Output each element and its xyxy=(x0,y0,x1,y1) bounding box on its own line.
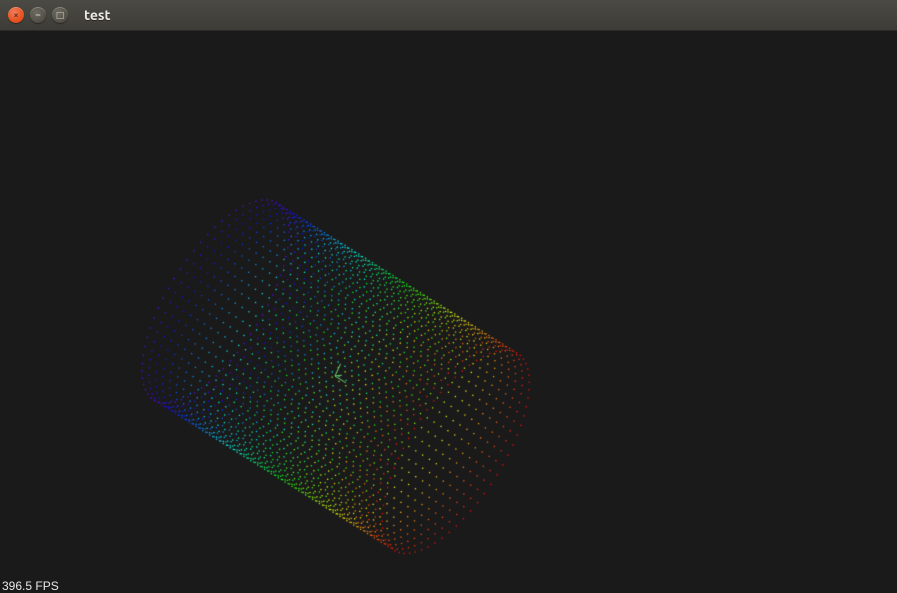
close-icon: × xyxy=(13,11,18,20)
close-button[interactable]: × xyxy=(8,7,24,23)
titlebar[interactable]: × – □ test xyxy=(0,0,897,31)
point-cloud-canvas[interactable] xyxy=(0,31,897,593)
maximize-icon: □ xyxy=(56,11,65,20)
fps-counter: 396.5 FPS xyxy=(2,579,59,593)
maximize-button[interactable]: □ xyxy=(52,7,68,23)
minimize-button[interactable]: – xyxy=(30,7,46,23)
minimize-icon: – xyxy=(36,11,41,20)
viewport[interactable]: 396.5 FPS xyxy=(0,31,897,593)
app-window: × – □ test 396.5 FPS xyxy=(0,0,897,593)
window-title: test xyxy=(84,7,111,23)
